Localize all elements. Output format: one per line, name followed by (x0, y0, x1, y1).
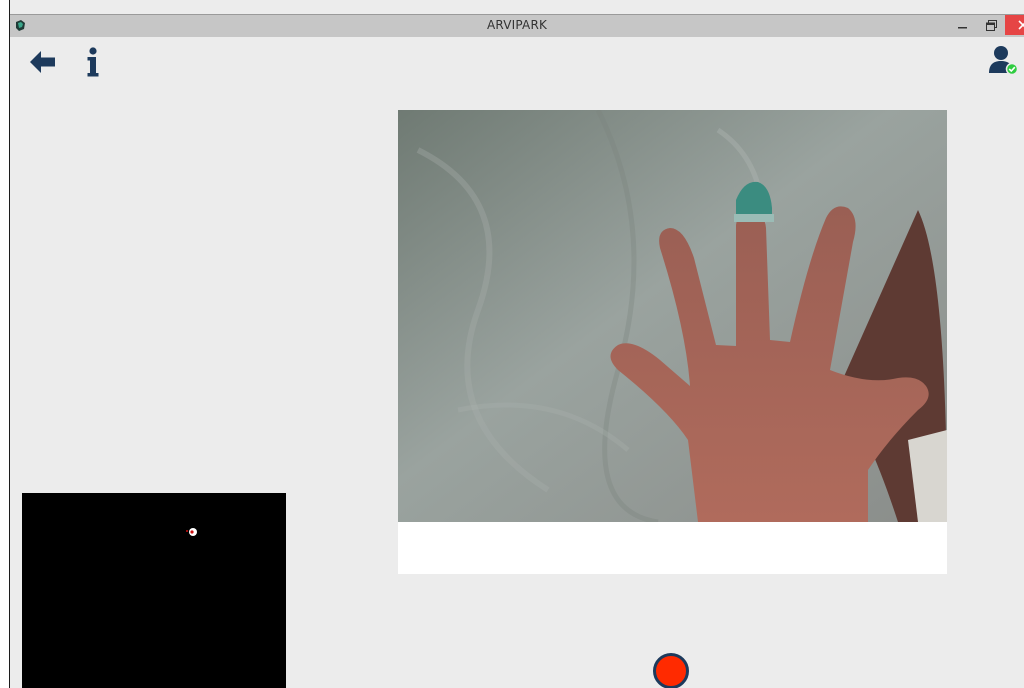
info-icon (87, 47, 99, 77)
info-button[interactable] (75, 44, 111, 80)
back-button[interactable] (25, 44, 61, 80)
user-verified-icon (989, 46, 1019, 76)
main-content (10, 37, 1024, 688)
user-account-button[interactable] (985, 42, 1021, 78)
record-icon (653, 653, 689, 688)
restore-icon (985, 19, 997, 31)
camera-feed (398, 110, 947, 522)
title-bar[interactable]: ARVIPARK (10, 14, 1024, 37)
record-button[interactable] (652, 652, 690, 688)
mask-preview (22, 493, 286, 688)
window-title: ARVIPARK (486, 18, 548, 32)
close-icon (1017, 20, 1024, 30)
minimize-button[interactable] (950, 15, 976, 35)
window-border (0, 0, 10, 688)
arrow-left-icon (30, 51, 55, 73)
maximize-button[interactable] (978, 15, 1004, 35)
minimize-icon (958, 27, 967, 29)
camera-panel (398, 110, 947, 574)
app-window: ARVIPARK (0, 0, 1024, 688)
close-button[interactable] (1005, 15, 1024, 35)
